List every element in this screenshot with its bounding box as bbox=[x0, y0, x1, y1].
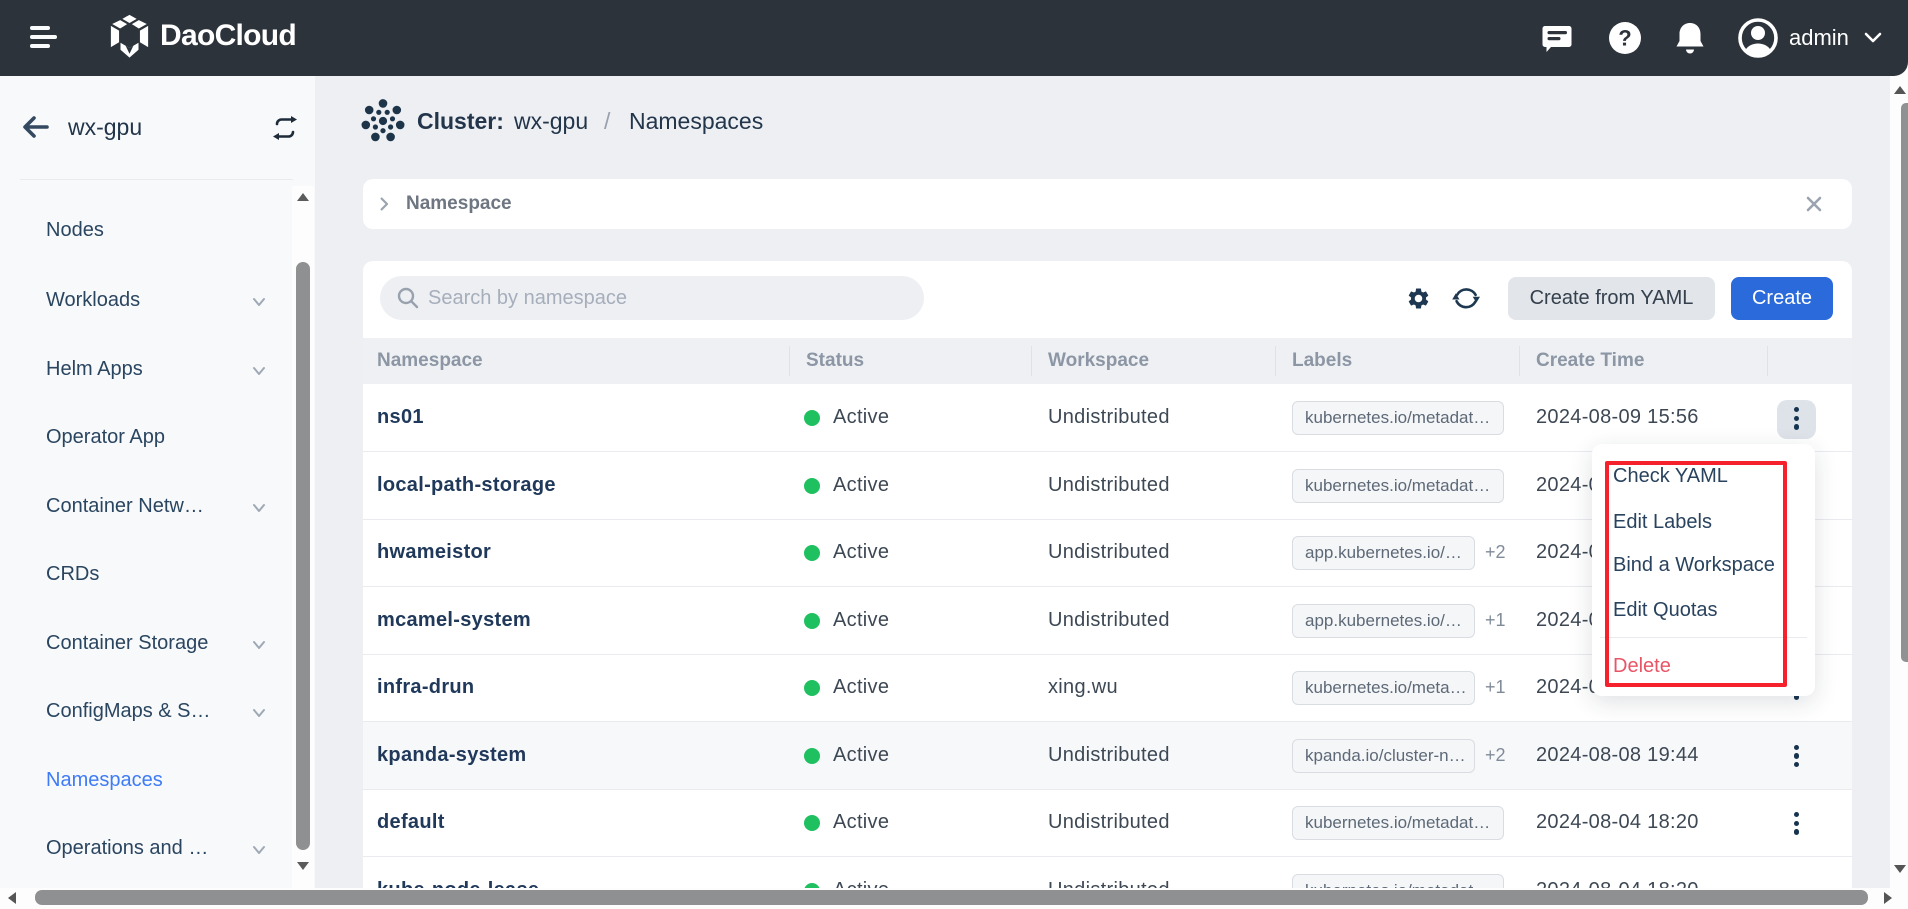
svg-text:?: ? bbox=[1618, 26, 1631, 51]
